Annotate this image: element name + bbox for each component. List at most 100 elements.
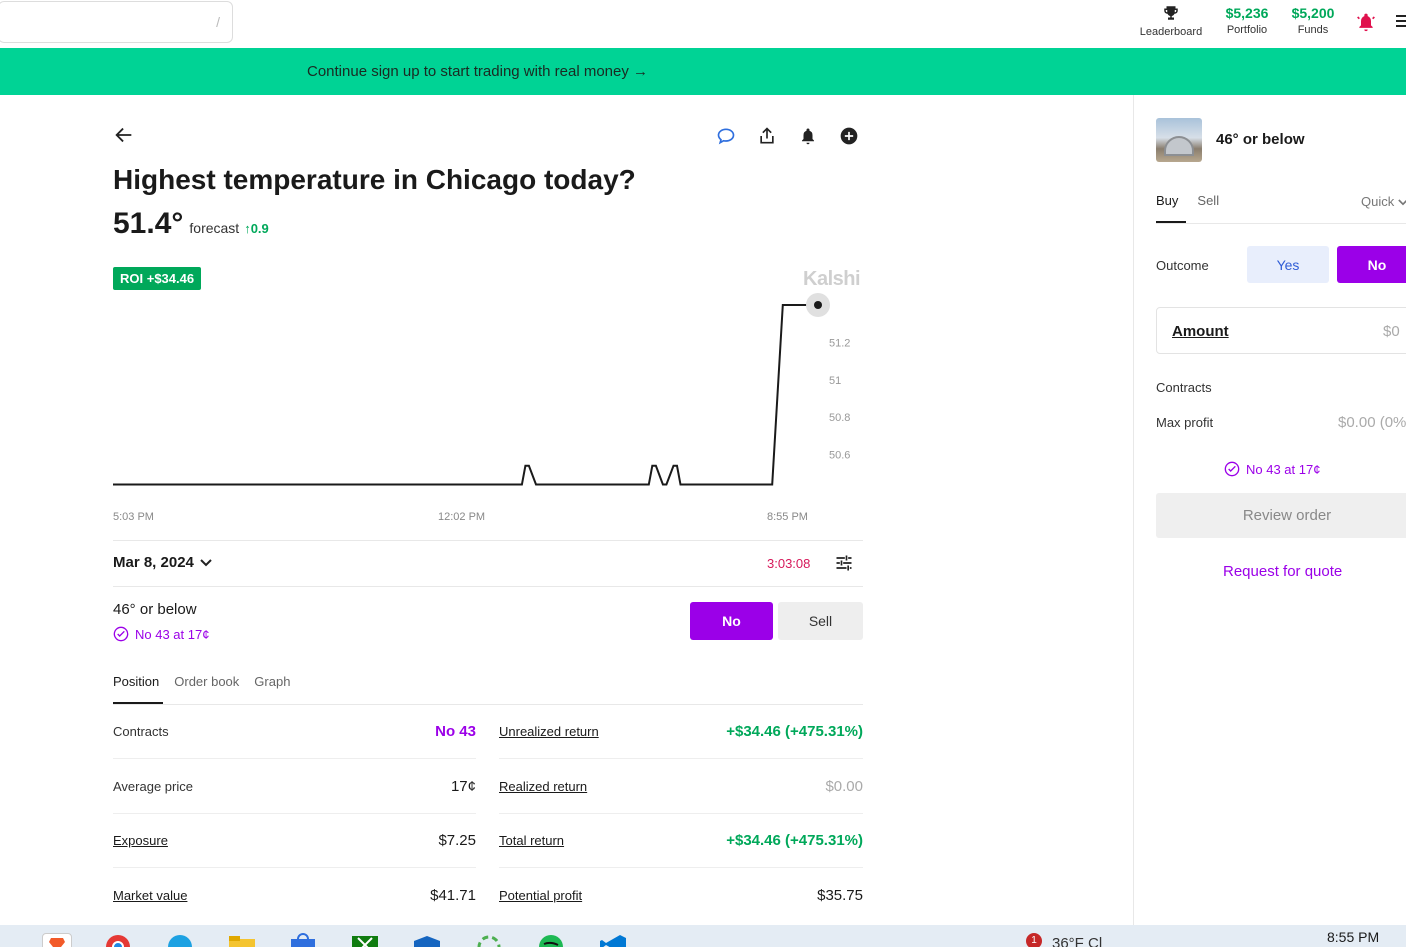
position-row: Potential profit $35.75 (499, 869, 863, 923)
panel-position-indicator: No 43 at 17¢ (1224, 461, 1320, 477)
leaderboard-label: Leaderboard (1139, 26, 1203, 38)
position-tabs: Position Order book Graph (113, 674, 290, 689)
top-bar: / Leaderboard $5,236 Portfolio $5,200 Fu… (0, 0, 1406, 48)
amount-input[interactable]: Amount $0 (1156, 307, 1406, 354)
tab-position[interactable]: Position (113, 674, 159, 689)
countdown-timer: 3:03:08 (767, 556, 811, 571)
roi-badge: ROI +$34.46 (113, 267, 202, 290)
forecast-chart[interactable]: 51.2 51 50.8 50.6 5:03 PM 12:02 PM 8:55 PM (105, 290, 865, 530)
settings-sliders-icon[interactable] (834, 553, 854, 578)
back-arrow-icon[interactable] (113, 124, 135, 151)
portfolio-label: Portfolio (1226, 24, 1268, 36)
y-tick-label: 51.2 (829, 337, 850, 349)
xbox-icon[interactable] (350, 933, 380, 947)
request-quote-link[interactable]: Request for quote (1223, 563, 1342, 580)
sell-button[interactable]: Sell (778, 602, 863, 640)
y-tick-label: 50.8 (829, 412, 850, 424)
max-profit-label: Max profit (1156, 415, 1214, 430)
amount-label: Amount (1172, 323, 1229, 340)
app-icon[interactable] (412, 933, 442, 947)
x-tick-label: 12:02 PM (438, 511, 485, 523)
taskbar-clock[interactable]: 8:55 PM (1327, 929, 1379, 945)
max-profit-value: $0.00 (0% (1338, 414, 1406, 431)
weather-widget[interactable]: 36°F Cl (1052, 935, 1102, 947)
y-tick-label: 51 (829, 375, 841, 387)
position-row-value: No 43 (435, 723, 476, 740)
check-circle-icon (1224, 461, 1240, 477)
tab-buy[interactable]: Buy (1156, 193, 1178, 208)
signup-banner-text: Continue sign up to start trading with r… (307, 63, 649, 80)
position-text: No 43 at 17¢ (135, 626, 210, 642)
forecast-change: ↑0.9 (244, 221, 269, 236)
no-button[interactable]: No (690, 602, 773, 640)
market-title: Highest temperature in Chicago today? (113, 164, 636, 195)
trophy-icon (1164, 6, 1178, 20)
brave-browser-icon[interactable] (42, 933, 72, 947)
date-selector[interactable]: Mar 8, 2024 (113, 554, 212, 571)
notification-bell-icon[interactable] (1356, 11, 1376, 38)
position-row-value: +$34.46 (+475.31%) (726, 832, 863, 849)
position-row-value: 17¢ (450, 777, 476, 795)
position-row-value: $35.75 (817, 887, 863, 904)
forecast-value: 51.4° (113, 207, 184, 240)
file-explorer-icon[interactable] (227, 933, 257, 947)
position-row-label: Contracts (113, 724, 169, 739)
leaderboard-link[interactable]: Leaderboard (1136, 4, 1206, 38)
position-row: Realized return $0.00 (499, 760, 863, 814)
add-circle-icon[interactable] (839, 124, 859, 148)
position-row-value: $0.00 (825, 777, 863, 795)
edge-icon[interactable] (165, 933, 195, 947)
position-row: Exposure $7.25 (113, 814, 476, 868)
contracts-label: Contracts (1156, 380, 1212, 395)
search-input[interactable]: / (0, 1, 233, 43)
position-row-value: $41.71 (430, 887, 476, 904)
position-row-value: $7.25 (438, 832, 476, 849)
funds-stat[interactable]: $5,200 Funds (1288, 5, 1338, 36)
spotify-icon[interactable] (536, 933, 566, 947)
position-row-label[interactable]: Potential profit (499, 888, 582, 903)
position-row-label[interactable]: Market value (113, 888, 187, 903)
share-icon[interactable] (757, 124, 777, 148)
funds-label: Funds (1297, 24, 1329, 36)
tab-graph[interactable]: Graph (254, 674, 290, 689)
position-row-label[interactable]: Exposure (113, 833, 168, 848)
position-row-label[interactable]: Realized return (499, 779, 587, 794)
position-row-label[interactable]: Unrealized return (499, 724, 599, 739)
date-label: Mar 8, 2024 (113, 554, 194, 571)
review-order-button[interactable]: Review order (1156, 493, 1406, 538)
tab-order-book[interactable]: Order book (174, 674, 239, 689)
outcome-label: Outcome (1156, 258, 1209, 273)
tab-sell[interactable]: Sell (1197, 193, 1219, 208)
forecast-label: forecast (189, 220, 240, 236)
contract-label: 46° or below (113, 601, 197, 618)
x-tick-label: 5:03 PM (113, 511, 154, 523)
vscode-icon[interactable] (598, 933, 628, 947)
chrome-icon[interactable] (103, 933, 133, 947)
outcome-no-button[interactable]: No (1337, 246, 1406, 283)
os-taskbar: 1 36°F Cl 8:55 PM (0, 925, 1406, 947)
position-row-value: +$34.46 (+475.31%) (726, 723, 863, 740)
store-icon[interactable] (288, 933, 318, 947)
divider (1156, 223, 1406, 224)
divider (113, 540, 863, 541)
hamburger-menu-icon[interactable] (1396, 14, 1406, 33)
market-thumbnail (1156, 118, 1202, 162)
position-row: Contracts No 43 (113, 705, 476, 759)
chevron-down-icon (1398, 199, 1406, 206)
position-indicator: No 43 at 17¢ (113, 626, 209, 642)
order-side-tabs: Buy Sell (1156, 193, 1219, 208)
position-row: Market value $41.71 (113, 869, 476, 923)
alert-bell-icon[interactable] (798, 124, 818, 148)
end-point[interactable] (814, 301, 822, 309)
sync-icon[interactable] (474, 933, 504, 947)
panel-position-text: No 43 at 17¢ (1246, 461, 1321, 477)
position-row: Average price 17¢ (113, 760, 476, 814)
comment-icon[interactable] (716, 124, 736, 148)
portfolio-stat[interactable]: $5,236 Portfolio (1222, 5, 1272, 36)
outcome-yes-button[interactable]: Yes (1247, 246, 1329, 283)
signup-banner[interactable]: Continue sign up to start trading with r… (0, 48, 1406, 95)
order-mode-dropdown[interactable]: Quick (1361, 194, 1406, 209)
series-line (113, 304, 818, 486)
position-row: Total return +$34.46 (+475.31%) (499, 814, 863, 868)
position-row-label[interactable]: Total return (499, 833, 564, 848)
